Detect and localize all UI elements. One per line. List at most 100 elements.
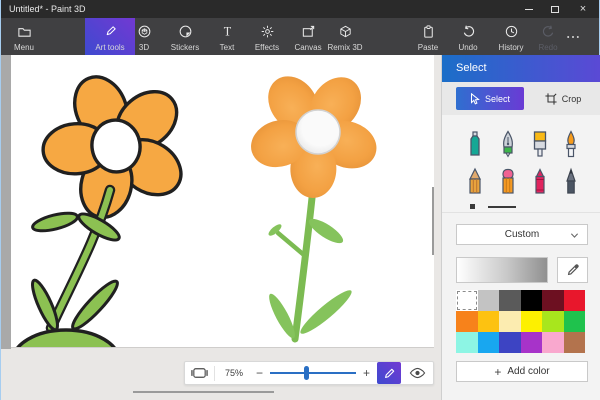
brush-icon: [103, 24, 118, 39]
zoom-in-button[interactable]: +: [360, 362, 373, 384]
plus-icon: +: [494, 367, 501, 377]
crop-tool-button[interactable]: Crop: [532, 87, 594, 110]
preview-button[interactable]: [405, 362, 429, 384]
divider: [442, 212, 600, 213]
tool-crayon[interactable]: [527, 165, 553, 197]
3d-flower-object: [245, 67, 383, 341]
color-palette: [456, 290, 585, 353]
color-swatch[interactable]: [564, 290, 586, 311]
menu-button[interactable]: Menu: [7, 18, 41, 55]
fit-to-screen-button[interactable]: [188, 362, 210, 384]
color-swatch[interactable]: [456, 332, 478, 353]
more-options-button[interactable]: [559, 18, 587, 55]
panel-header: Select: [442, 55, 600, 82]
2d-flower-drawing: [12, 69, 191, 347]
stroke-style-dropdown[interactable]: Custom: [456, 224, 588, 245]
color-swatch[interactable]: [542, 311, 564, 332]
select-panel: Select Select Crop: [441, 55, 600, 400]
eyedropper-button[interactable]: [557, 257, 588, 283]
sun-effects-icon: [260, 24, 275, 39]
3d-sphere-icon: [137, 24, 152, 39]
zoom-slider-track: [270, 372, 356, 374]
sticker-icon: [178, 24, 193, 39]
color-swatch[interactable]: [456, 311, 478, 332]
color-swatch[interactable]: [542, 332, 564, 353]
add-color-button[interactable]: + Add color: [456, 361, 588, 382]
color-swatch[interactable]: [521, 332, 543, 353]
tab-text[interactable]: T Text: [207, 18, 247, 55]
tab-remix-3d[interactable]: Remix 3D: [319, 18, 371, 55]
maximize-button[interactable]: [543, 0, 567, 18]
tool-pixel-pen[interactable]: [558, 165, 584, 197]
close-button[interactable]: ×: [571, 0, 595, 18]
history-button[interactable]: History: [490, 18, 532, 55]
close-icon: ×: [580, 3, 586, 15]
color-swatch[interactable]: [456, 290, 478, 311]
window-title: Untitled* - Paint 3D: [9, 0, 86, 18]
color-swatch[interactable]: [499, 290, 521, 311]
canvas-edge: [11, 347, 434, 348]
color-swatch[interactable]: [564, 311, 586, 332]
vertical-scrollbar[interactable]: [432, 187, 434, 255]
color-swatch[interactable]: [521, 311, 543, 332]
divider: [214, 366, 215, 381]
crayon-icon: [530, 167, 550, 195]
tab-3d[interactable]: 3D: [131, 18, 157, 55]
canvas-resize-icon: [301, 24, 316, 39]
remix-cube-icon: [338, 24, 353, 39]
marker-icon: [465, 130, 485, 158]
zoom-out-button[interactable]: −: [253, 362, 266, 384]
fit-to-screen-icon: [191, 366, 208, 380]
brush-page-dot[interactable]: [470, 204, 475, 209]
canvas-region: 75% − +: [1, 55, 441, 400]
fill-brush-icon: [530, 130, 550, 158]
color-swatch[interactable]: [499, 332, 521, 353]
tool-eraser[interactable]: [495, 165, 521, 197]
canvas-artwork: [11, 55, 434, 347]
crop-icon: [545, 93, 557, 105]
tool-calligraphy-pen[interactable]: [495, 128, 521, 160]
undo-button[interactable]: Undo: [450, 18, 486, 55]
titlebar: Untitled* - Paint 3D ×: [1, 0, 599, 18]
panel-title: Select: [456, 55, 600, 82]
select-tool-button[interactable]: Select: [456, 87, 524, 110]
drawing-canvas[interactable]: [11, 55, 434, 347]
zoom-slider[interactable]: [270, 362, 356, 384]
color-swatch[interactable]: [521, 290, 543, 311]
color-swatch[interactable]: [478, 311, 500, 332]
select-crop-tabs: Select Crop: [442, 82, 600, 115]
svg-text:T: T: [223, 25, 231, 39]
tool-fill-brush[interactable]: [527, 128, 553, 160]
tool-oil-brush[interactable]: [558, 128, 584, 160]
tab-effects[interactable]: Effects: [247, 18, 287, 55]
canvas-margin: [1, 55, 11, 349]
history-clock-icon: [504, 24, 519, 39]
color-swatch[interactable]: [564, 332, 586, 353]
tab-stickers[interactable]: Stickers: [163, 18, 207, 55]
tab-art-tools[interactable]: Art tools: [85, 18, 135, 55]
color-swatch[interactable]: [499, 311, 521, 332]
calligraphy-pen-icon: [498, 130, 518, 158]
zoom-slider-thumb[interactable]: [304, 366, 309, 380]
draw-mode-button[interactable]: [377, 362, 401, 384]
cursor-arrow-icon: [470, 93, 480, 105]
eyedropper-icon: [566, 263, 580, 277]
shade-gradient-bar[interactable]: [456, 257, 548, 283]
color-swatch[interactable]: [478, 290, 500, 311]
tool-pencil[interactable]: [462, 165, 488, 197]
text-icon: T: [220, 24, 235, 39]
paste-button[interactable]: Paste: [407, 18, 449, 55]
clipboard-icon: [421, 24, 436, 39]
color-swatch[interactable]: [478, 332, 500, 353]
eye-icon: [409, 367, 426, 379]
pixel-pen-icon: [561, 167, 581, 195]
color-swatch[interactable]: [542, 290, 564, 311]
ellipsis-icon: [565, 29, 581, 45]
redo-icon: [541, 24, 556, 39]
pen-icon: [383, 367, 396, 380]
minimize-button[interactable]: [517, 0, 541, 18]
brush-page-indicator[interactable]: [488, 206, 516, 208]
maximize-icon: [551, 6, 559, 13]
tool-marker[interactable]: [462, 128, 488, 160]
horizontal-scrollbar[interactable]: [133, 391, 274, 393]
